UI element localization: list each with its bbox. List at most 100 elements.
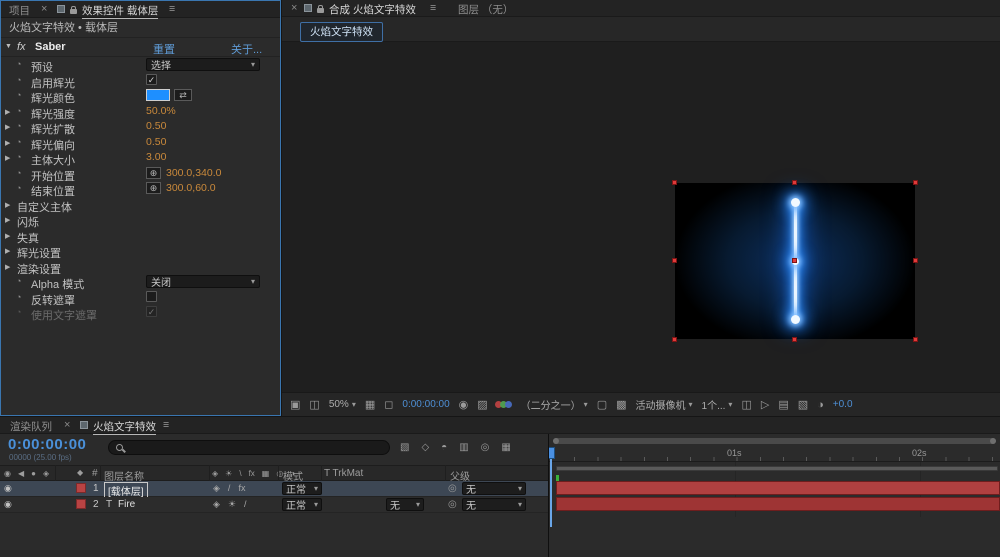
saber-end-point[interactable]	[790, 315, 800, 324]
show-snapshot-icon[interactable]: ▨	[477, 398, 487, 411]
eye-icon[interactable]: ◉	[4, 499, 12, 510]
composition-viewport[interactable]	[672, 180, 918, 342]
twirl-icon[interactable]: ▼	[5, 43, 12, 50]
reset-link[interactable]: 重置	[153, 41, 175, 57]
property-value[interactable]: 3.00	[146, 151, 166, 163]
window-icon[interactable]: ◫	[309, 398, 319, 411]
tab-project[interactable]: 项目	[9, 3, 30, 18]
composition-viewer[interactable]	[282, 42, 1000, 392]
property-value[interactable]: 300.0,60.0	[166, 182, 216, 194]
color-swatch[interactable]	[146, 89, 170, 101]
about-link[interactable]: 关于...	[231, 41, 262, 57]
mini-flowchart-icon[interactable]: ▧	[400, 442, 409, 453]
collapse-icon[interactable]: ☀	[228, 499, 236, 510]
layer-duration-bar[interactable]	[556, 497, 1000, 511]
layer-row[interactable]: ◉ 1 [载体层] ◈ / fx 正常 ▾ ◎ 无 ▾	[0, 481, 548, 499]
selection-handle[interactable]	[792, 337, 797, 342]
checkbox[interactable]	[146, 290, 157, 302]
selection-handle[interactable]	[672, 337, 677, 342]
trkmat-dropdown[interactable]: 无 ▾	[386, 498, 424, 512]
panel-menu-icon[interactable]: ≡	[169, 3, 175, 15]
blend-mode-dropdown[interactable]: 正常 ▾	[282, 498, 322, 512]
property-value[interactable]: 0.50	[146, 136, 166, 148]
twirl-icon[interactable]: ▶	[5, 108, 10, 116]
twirl-icon[interactable]: ▶	[5, 201, 10, 209]
quality-toggle-icon[interactable]: /	[244, 499, 247, 510]
layer-duration-bar[interactable]	[556, 481, 1000, 495]
crosshair-icon[interactable]: ⊕	[146, 166, 161, 179]
quality-icon[interactable]: ◈	[213, 499, 220, 510]
region-of-interest-icon[interactable]: ▢	[597, 398, 607, 411]
fast-previews-icon[interactable]: ▷	[761, 398, 769, 411]
tab-composition[interactable]: 合成 火焰文字特效	[329, 2, 416, 18]
tab-render-queue[interactable]: 渲染队列	[10, 419, 52, 434]
eye-icon[interactable]: ◉	[4, 483, 12, 494]
timeline-button-icon[interactable]: ▤	[778, 398, 788, 411]
camera-dropdown[interactable]: 活动摄像机 ▾	[636, 397, 693, 412]
time-ruler[interactable]: 01s 02s	[549, 447, 1000, 462]
close-icon[interactable]: ×	[64, 419, 70, 431]
zoom-dropdown[interactable]: 50% ▾	[329, 399, 356, 410]
selection-handle[interactable]	[672, 180, 677, 185]
tab-effect-controls[interactable]: 效果控件 载体层	[82, 3, 159, 19]
layer-label-color[interactable]	[76, 483, 86, 493]
transparency-grid-icon[interactable]: ▩	[616, 398, 626, 411]
anchor-point-handle[interactable]	[792, 258, 797, 263]
twirl-icon[interactable]: ▶	[5, 216, 10, 224]
layer-row[interactable]: ◉ 2 T Fire ◈ ☀ / 正常 ▾ 无 ▾ ◎ 无 ▾	[0, 497, 548, 513]
alpha-mode-dropdown[interactable]: 关闭 ▾	[146, 275, 260, 289]
shy-icon[interactable]: ◓	[441, 442, 447, 453]
parent-dropdown[interactable]: 无 ▾	[462, 482, 526, 496]
fx-icon[interactable]: fx	[238, 483, 245, 494]
trkmat-column-header[interactable]: T TrkMat	[324, 468, 363, 479]
effect-name[interactable]: Saber	[35, 41, 66, 53]
exposure-icon[interactable]: ◑	[817, 399, 824, 411]
quality-toggle-icon[interactable]: /	[228, 483, 231, 494]
selection-handle[interactable]	[913, 337, 918, 342]
pixel-aspect-icon[interactable]: ◫	[741, 398, 751, 411]
stopwatch-icon[interactable]: ◔	[16, 90, 21, 100]
quality-icon[interactable]: ◈	[213, 483, 220, 494]
pick-whip-icon[interactable]: ◎	[448, 499, 457, 510]
stopwatch-icon[interactable]: ◔	[16, 106, 21, 116]
current-time-indicator[interactable]	[550, 447, 552, 527]
current-timecode[interactable]: 0:00:00:00	[8, 436, 86, 453]
tab-timeline-comp[interactable]: 火焰文字特效	[93, 419, 156, 435]
flowchart-icon[interactable]: ▧	[798, 398, 808, 411]
twirl-icon[interactable]: ▶	[5, 247, 10, 255]
search-input[interactable]	[108, 440, 390, 455]
eyedropper-icon[interactable]: ⇄	[174, 89, 192, 101]
grid-options-icon[interactable]: ▦	[365, 398, 375, 411]
work-area-bar[interactable]	[556, 466, 998, 471]
current-time-indicator-handle[interactable]	[549, 447, 555, 459]
layer-label-color[interactable]	[76, 499, 86, 509]
twirl-icon[interactable]: ▶	[5, 139, 10, 147]
resolution-dropdown[interactable]: （二分之一） ▾	[521, 397, 588, 412]
selection-handle[interactable]	[672, 258, 677, 263]
exposure-value[interactable]: +0.0	[833, 399, 853, 410]
tab-layer[interactable]: 图层 （无）	[458, 2, 513, 17]
stopwatch-icon[interactable]: ◔	[16, 75, 21, 85]
layer-name[interactable]: Fire	[118, 499, 135, 510]
parent-dropdown[interactable]: 无 ▾	[462, 498, 526, 512]
property-value[interactable]: 0.50	[146, 120, 166, 132]
stopwatch-icon[interactable]: ◔	[16, 137, 21, 147]
comp-navigator-button[interactable]: 火焰文字特效	[300, 22, 383, 42]
blend-mode-dropdown[interactable]: 正常 ▾	[282, 482, 322, 496]
snapshot-icon[interactable]: ◉	[459, 398, 469, 411]
selection-handle[interactable]	[913, 258, 918, 263]
stopwatch-icon[interactable]: ◔	[16, 292, 21, 302]
motion-blur-icon[interactable]: ◎	[481, 442, 490, 453]
twirl-icon[interactable]: ▶	[5, 263, 10, 271]
twirl-icon[interactable]: ▶	[5, 123, 10, 131]
saber-start-point[interactable]	[790, 198, 800, 207]
selection-handle[interactable]	[913, 180, 918, 185]
property-value[interactable]: 50.0%	[146, 105, 176, 117]
view-layout-dropdown[interactable]: 1个... ▾	[702, 397, 733, 412]
graph-editor-icon[interactable]: ▦	[501, 442, 510, 453]
stopwatch-icon[interactable]: ◔	[16, 121, 21, 131]
stopwatch-icon[interactable]: ◔	[16, 59, 21, 69]
timeline-navigator[interactable]	[553, 438, 996, 444]
stopwatch-icon[interactable]: ◔	[16, 168, 21, 178]
stopwatch-icon[interactable]: ◔	[16, 183, 21, 193]
